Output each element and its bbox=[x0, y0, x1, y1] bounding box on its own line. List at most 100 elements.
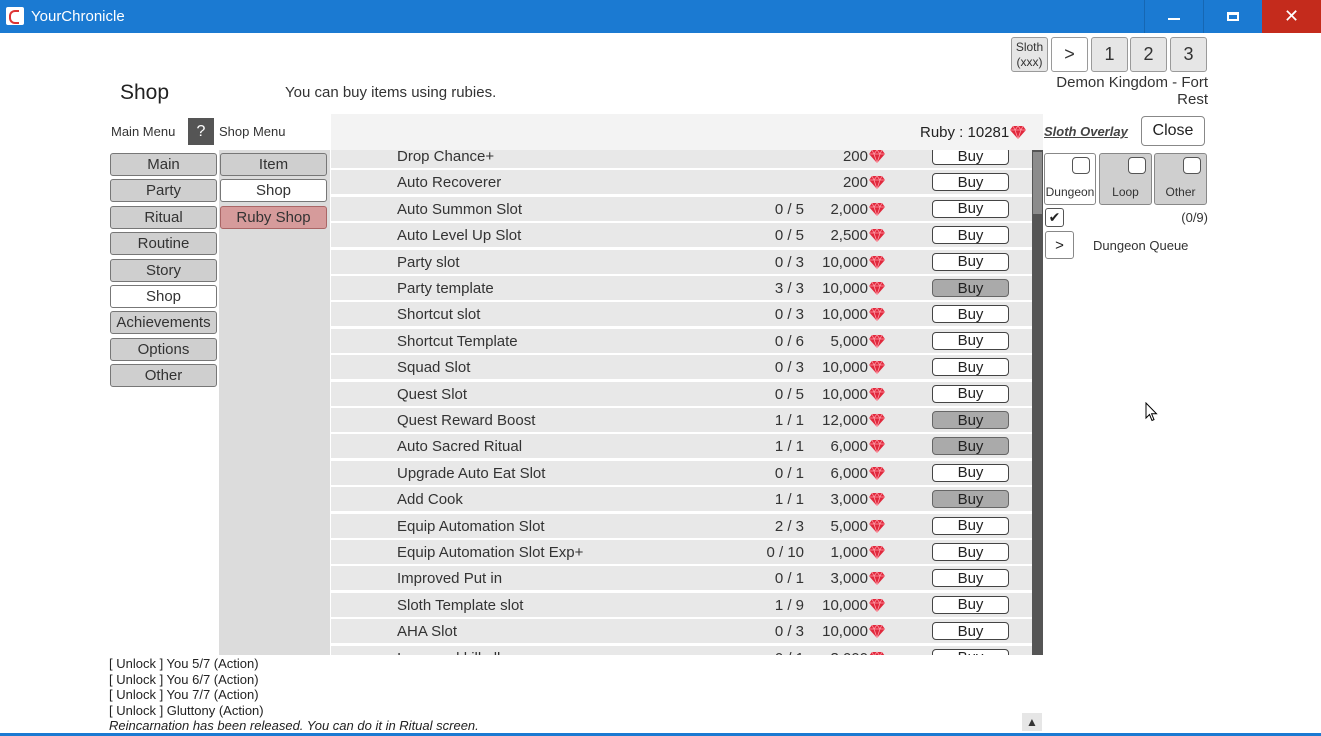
dungeon-checkbox[interactable] bbox=[1072, 157, 1090, 174]
shop-item-row: Equip Automation Slot 2 / 3 5,000 Buy bbox=[331, 513, 1032, 538]
scrollbar[interactable] bbox=[1032, 150, 1043, 655]
item-price: 10,000 bbox=[822, 359, 885, 376]
item-name: Upgrade Auto Eat Slot bbox=[397, 464, 546, 482]
location-line-2: Rest bbox=[1177, 91, 1208, 108]
shop-item-row: Squad Slot 0 / 3 10,000 Buy bbox=[331, 355, 1032, 380]
main-menu-item-main[interactable]: Main bbox=[110, 153, 217, 176]
log-line: [ Unlock ] You 6/7 (Action) bbox=[109, 671, 259, 687]
ruby-icon bbox=[869, 413, 885, 427]
scrollbar-thumb[interactable] bbox=[1033, 152, 1042, 214]
help-button[interactable]: ? bbox=[188, 118, 214, 145]
buy-button[interactable]: Buy bbox=[932, 331, 1009, 350]
main-menu-item-ritual[interactable]: Ritual bbox=[110, 205, 217, 229]
buy-button[interactable]: Buy bbox=[932, 411, 1009, 429]
queue-checkbox[interactable]: ✔ bbox=[1045, 208, 1064, 227]
buy-button[interactable]: Buy bbox=[932, 569, 1009, 588]
item-price: 3,000 bbox=[830, 491, 885, 508]
item-price: 10,000 bbox=[822, 386, 885, 403]
main-menu-item-options[interactable]: Options bbox=[110, 337, 217, 361]
buy-button[interactable]: Buy bbox=[932, 150, 1009, 165]
item-count: 0 / 1 bbox=[775, 650, 804, 655]
message-log: [ Unlock ] You 5/7 (Action)[ Unlock ] Yo… bbox=[109, 656, 1029, 734]
item-count: 0 / 3 bbox=[774, 359, 804, 377]
buy-button[interactable]: Buy bbox=[932, 199, 1009, 218]
loop-toggle[interactable]: Loop bbox=[1099, 153, 1152, 205]
shop-item-row: Auto Sacred Ritual 1 / 1 6,000 Buy bbox=[331, 434, 1032, 459]
buy-button[interactable]: Buy bbox=[932, 252, 1009, 271]
minimize-button[interactable] bbox=[1144, 0, 1203, 33]
window-close-button[interactable]: ✕ bbox=[1262, 0, 1321, 33]
queue-expand-button[interactable]: > bbox=[1045, 231, 1074, 259]
page-3-button[interactable]: 3 bbox=[1170, 37, 1207, 72]
buy-button[interactable]: Buy bbox=[932, 463, 1009, 482]
log-toggle-button[interactable]: ▲ bbox=[1022, 713, 1042, 731]
other-toggle[interactable]: Other bbox=[1154, 153, 1207, 205]
item-name: Quest Slot bbox=[397, 385, 468, 403]
item-count: 0 / 6 bbox=[774, 332, 804, 350]
shop-menu-item-shop[interactable]: Shop bbox=[220, 179, 327, 203]
main-menu-item-other[interactable]: Other bbox=[110, 364, 217, 388]
buy-button[interactable]: Buy bbox=[932, 279, 1009, 297]
item-count: 0 / 5 bbox=[774, 200, 804, 218]
buy-button[interactable]: Buy bbox=[932, 543, 1009, 561]
item-name: Party slot bbox=[397, 253, 460, 271]
buy-button[interactable]: Buy bbox=[932, 516, 1009, 535]
buy-button[interactable]: Buy bbox=[932, 173, 1009, 192]
main-menu-item-party[interactable]: Party bbox=[110, 179, 217, 203]
item-count: 0 / 5 bbox=[774, 227, 804, 245]
shop-item-row: Auto Recoverer 200 Buy bbox=[331, 170, 1032, 195]
log-line: [ Unlock ] Gluttony (Action) bbox=[109, 702, 264, 718]
ruby-icon bbox=[869, 439, 885, 454]
ruby-icon bbox=[869, 598, 885, 612]
sloth-button[interactable]: Sloth (xxx) bbox=[1011, 37, 1048, 72]
main-menu-item-routine[interactable]: Routine bbox=[110, 232, 217, 256]
buy-button[interactable]: Buy bbox=[932, 490, 1009, 509]
buy-button[interactable]: Buy bbox=[932, 622, 1009, 641]
checkmark-icon: ✔ bbox=[1048, 209, 1061, 225]
page-1-button[interactable]: 1 bbox=[1091, 37, 1128, 72]
next-button[interactable]: > bbox=[1051, 37, 1088, 72]
item-price: 1,000 bbox=[830, 544, 885, 561]
item-price-value: 5,000 bbox=[830, 332, 868, 350]
maximize-button[interactable] bbox=[1203, 0, 1262, 33]
close-button[interactable]: Close bbox=[1141, 116, 1205, 146]
shop-item-row: Party slot 0 / 3 10,000 Buy bbox=[331, 249, 1032, 274]
item-name: Auto Summon Slot bbox=[397, 200, 523, 218]
ruby-icon bbox=[869, 492, 885, 507]
buy-button[interactable]: Buy bbox=[932, 358, 1009, 377]
maximize-icon bbox=[1227, 12, 1239, 21]
buy-button[interactable]: Buy bbox=[932, 648, 1009, 655]
item-price: 5,000 bbox=[830, 333, 885, 350]
mouse-cursor-icon bbox=[1145, 402, 1158, 422]
item-name: Squad Slot bbox=[397, 359, 471, 377]
buy-button[interactable]: Buy bbox=[932, 305, 1009, 324]
shop-menu-item-ruby-shop[interactable]: Ruby Shop bbox=[220, 205, 327, 229]
main-menu-item-story[interactable]: Story bbox=[110, 258, 217, 282]
page-2-button[interactable]: 2 bbox=[1130, 37, 1167, 72]
item-price-value: 10,000 bbox=[822, 253, 868, 271]
buy-button[interactable]: Buy bbox=[932, 226, 1009, 245]
item-name: Auto Recoverer bbox=[397, 174, 502, 192]
item-count: 3 / 3 bbox=[774, 280, 804, 297]
sloth-overlay-link[interactable]: Sloth Overlay bbox=[1044, 124, 1128, 139]
item-count: 0 / 1 bbox=[774, 570, 804, 588]
window-title: YourChronicle bbox=[31, 8, 125, 25]
buy-button[interactable]: Buy bbox=[932, 384, 1009, 403]
dungeon-toggle[interactable]: Dungeon bbox=[1044, 153, 1096, 205]
main-menu-item-shop[interactable]: Shop bbox=[110, 285, 217, 308]
ruby-icon bbox=[869, 175, 885, 190]
item-price: 10,000 bbox=[822, 306, 885, 323]
shop-menu-item-item[interactable]: Item bbox=[220, 153, 327, 176]
item-price-value: 10,000 bbox=[822, 596, 868, 614]
shop-item-row: Shortcut Template 0 / 6 5,000 Buy bbox=[331, 328, 1032, 353]
other-checkbox[interactable] bbox=[1183, 157, 1201, 174]
main-menu-item-achievements[interactable]: Achievements bbox=[110, 311, 217, 335]
loop-checkbox[interactable] bbox=[1128, 157, 1146, 174]
item-count: 0 / 1 bbox=[774, 464, 804, 482]
item-price: 12,000 bbox=[822, 412, 885, 429]
item-name: Add Cook bbox=[397, 491, 463, 509]
ruby-icon bbox=[869, 545, 885, 559]
buy-button[interactable]: Buy bbox=[932, 437, 1009, 456]
item-price: 200 bbox=[843, 174, 885, 191]
buy-button[interactable]: Buy bbox=[932, 595, 1009, 614]
